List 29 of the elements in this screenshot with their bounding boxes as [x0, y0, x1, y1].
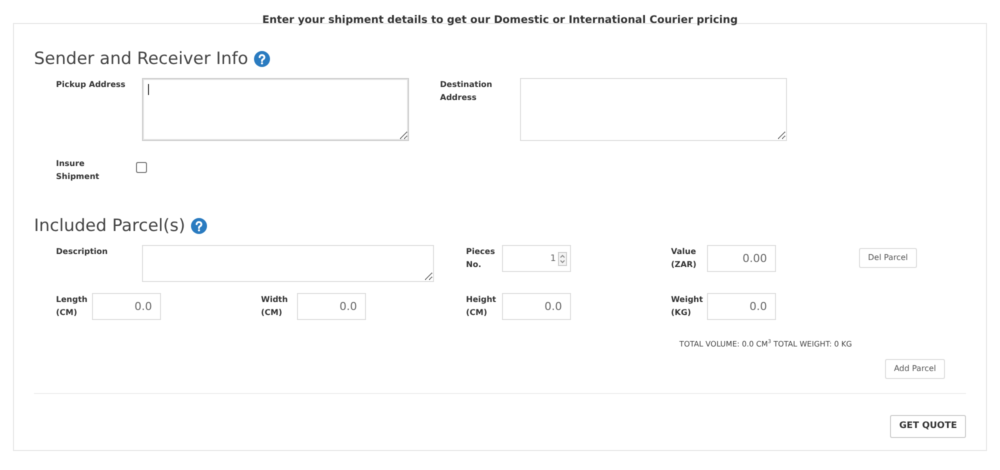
help-icon[interactable]: [254, 51, 270, 67]
field-label: Length (CM): [56, 294, 88, 319]
delete-parcel-button[interactable]: Del Parcel: [859, 248, 917, 268]
number-field[interactable]: 0.00: [707, 245, 776, 272]
number-field[interactable]: 0.0: [707, 293, 776, 320]
help-icon[interactable]: [191, 218, 208, 234]
number-field[interactable]: 0.0: [297, 293, 366, 320]
field-label: Weight (KG): [671, 294, 704, 319]
number-field[interactable]: 0.0: [502, 293, 571, 320]
field-label: Description: [56, 246, 109, 258]
field-label: Pickup Address: [56, 79, 126, 91]
section-title: Included Parcel(s): [34, 216, 186, 236]
address-field[interactable]: [142, 78, 409, 141]
insure-checkbox[interactable]: [136, 162, 147, 173]
address-field[interactable]: [520, 78, 787, 141]
get-quote-button[interactable]: GET QUOTE: [890, 414, 966, 438]
intro-text: Enter your shipment details to get our Domestic or International Courier pricing: [261, 13, 739, 23]
pieces-field[interactable]: 1: [502, 245, 571, 272]
description-field[interactable]: [142, 245, 434, 282]
field-label: Value (ZAR): [671, 246, 698, 271]
number-field[interactable]: 0.0: [92, 293, 161, 320]
spinner-icon[interactable]: [558, 252, 567, 266]
field-label: Height (CM): [466, 294, 498, 319]
field-label: Insure Shipment: [56, 158, 100, 183]
field-label: Width (CM): [261, 294, 289, 319]
field-label: Pieces No.: [466, 246, 496, 271]
field-label: Destination Address: [440, 79, 494, 104]
add-parcel-button[interactable]: Add Parcel: [884, 358, 945, 378]
section-title: Sender and Receiver Info: [34, 49, 248, 69]
